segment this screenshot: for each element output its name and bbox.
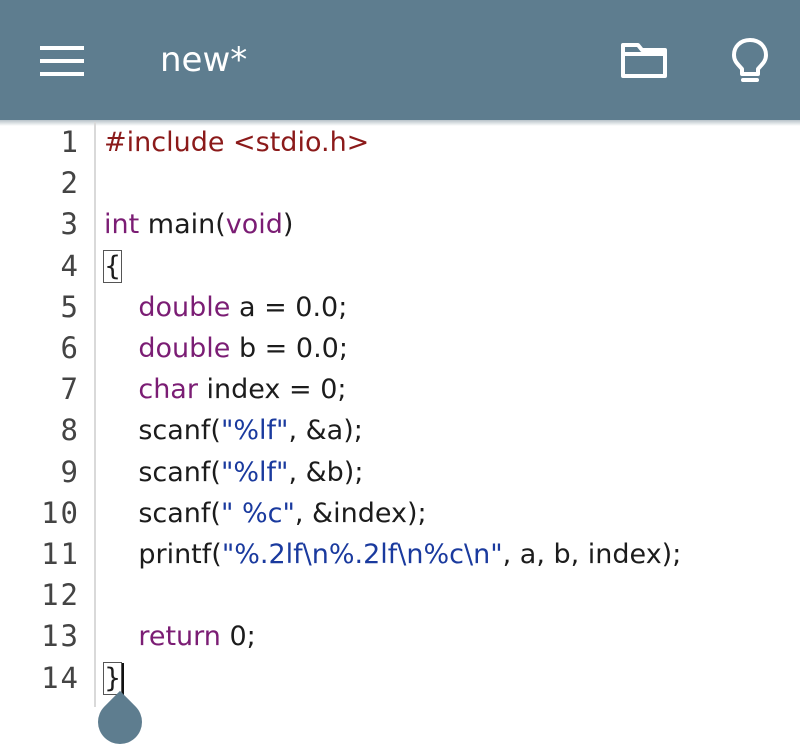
line-number: 2 [60, 166, 80, 201]
string-token: "%.2lf\n%.2lf\n%c\n" [221, 539, 503, 570]
line-number: 6 [60, 331, 80, 365]
code-line[interactable]: 4{ [0, 246, 800, 287]
code-token: 0; [220, 621, 256, 653]
code-text: scanf("%lf", &a); [104, 410, 363, 451]
code-line[interactable]: 13 return 0; [0, 616, 800, 657]
code-token: main( [139, 209, 226, 241]
code-line[interactable]: 3 int main(void) [0, 204, 800, 245]
line-number: 9 [60, 454, 80, 489]
keyword-token: return [138, 621, 221, 653]
file-title: new* [160, 40, 248, 80]
code-text: int main(void) [104, 204, 293, 245]
matched-brace: { [102, 249, 123, 283]
keyword-token: double [138, 291, 231, 323]
code-token: scanf( [104, 456, 221, 488]
string-token: "%lf" [220, 415, 289, 447]
line-number: 11 [41, 537, 80, 571]
code-text: char index = 0; [104, 369, 346, 410]
keyword-token: double [138, 333, 231, 364]
preprocessor-token: #include <stdio.h> [104, 127, 370, 158]
code-token: , &index); [294, 497, 427, 529]
code-text: scanf("%lf", &b); [104, 452, 363, 493]
code-token: printf( [104, 539, 222, 570]
line-number: 1 [60, 125, 80, 159]
code-token: , a, b, index); [502, 539, 682, 570]
code-text: { [102, 246, 123, 287]
line-number: 14 [41, 660, 80, 695]
code-token: ) [282, 209, 294, 241]
line-number: 3 [60, 207, 80, 242]
line-number: 5 [60, 289, 80, 324]
code-text: printf("%.2lf\n%.2lf\n%c\n", a, b, index… [104, 534, 681, 575]
code-text: scanf(" %c", &index); [104, 493, 427, 534]
code-token: , &b); [288, 456, 364, 488]
line-number: 12 [41, 578, 80, 613]
code-line[interactable]: 2 [0, 163, 800, 204]
keyword-token: void [225, 209, 283, 241]
code-token: b = 0.0; [230, 333, 348, 364]
line-number: 8 [60, 413, 80, 448]
code-line[interactable]: 7 char index = 0; [0, 369, 800, 410]
code-line[interactable]: 6 double b = 0.0; [0, 328, 800, 369]
code-text: return 0; [104, 616, 256, 657]
keyword-token: char [138, 374, 198, 406]
code-line[interactable]: 10 scanf(" %c", &index); [0, 493, 800, 534]
string-token: "%lf" [220, 456, 289, 488]
code-editor[interactable]: 1 #include <stdio.h> 2 3 int main(void) 4{5 d… [0, 122, 800, 728]
keyword-token: int [104, 209, 140, 241]
code-text: double a = 0.0; [104, 287, 347, 328]
code-token: a = 0.0; [230, 291, 348, 323]
lightbulb-icon[interactable] [730, 36, 770, 86]
code-text: double b = 0.0; [104, 328, 348, 369]
code-line[interactable]: 9 scanf("%lf", &b); [0, 452, 800, 493]
code-line[interactable]: 8 scanf("%lf", &a); [0, 410, 800, 451]
code-text: #include <stdio.h> [104, 122, 369, 163]
code-line[interactable]: 1 #include <stdio.h> [0, 122, 800, 163]
hamburger-menu-icon[interactable] [40, 44, 84, 78]
matched-brace: } [102, 661, 123, 695]
line-number: 7 [60, 372, 80, 407]
app-toolbar: new* [0, 0, 800, 120]
code-token: index = 0; [197, 374, 347, 406]
code-line[interactable]: 5 double a = 0.0; [0, 287, 800, 328]
code-token: , &a); [288, 415, 363, 447]
line-number: 4 [60, 248, 80, 283]
code-line[interactable]: 12 [0, 575, 800, 616]
folder-icon[interactable] [620, 40, 668, 80]
code-token: scanf( [104, 497, 221, 529]
code-token: scanf( [104, 415, 221, 447]
string-token: " %c" [220, 497, 295, 529]
text-cursor [122, 663, 125, 696]
line-number: 13 [41, 619, 80, 654]
code-line[interactable]: 11 printf("%.2lf\n%.2lf\n%c\n", a, b, in… [0, 534, 800, 575]
line-number: 10 [41, 495, 80, 530]
